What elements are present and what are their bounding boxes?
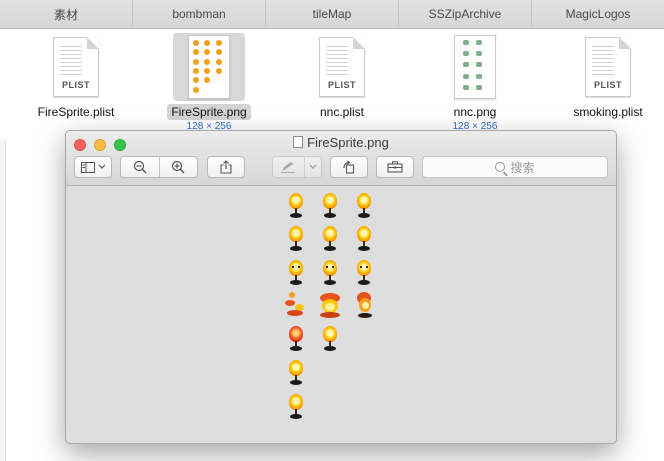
- fire-sprite: [355, 193, 373, 221]
- plist-file-icon: PLIST: [319, 37, 365, 97]
- file-thumb: PLIST: [306, 33, 378, 101]
- zoom-in-button[interactable]: [158, 157, 197, 177]
- finder-file-grid: PLIST FireSprite.plist FireSprite.png 12…: [0, 29, 664, 139]
- file-thumb: PLIST: [572, 33, 644, 101]
- fire-sprite-face: [321, 260, 339, 288]
- file-name: nnc.png: [453, 105, 497, 119]
- toolbox-icon: [387, 161, 403, 173]
- plist-file-icon: PLIST: [585, 37, 631, 97]
- file-name: smoking.plist: [573, 105, 643, 119]
- finder-tab-bar: 素材 bombman tileMap SSZipArchive MagicLog…: [0, 0, 664, 29]
- markup-control: [272, 156, 322, 178]
- zoom-control: [120, 156, 198, 178]
- pen-icon: [281, 162, 296, 173]
- search-placeholder: 搜索: [510, 160, 535, 175]
- file-name: FireSprite.png: [143, 104, 275, 120]
- markup-pen-button[interactable]: [273, 157, 304, 177]
- search-icon: [495, 162, 506, 172]
- title-bar[interactable]: FireSprite.png 搜索: [66, 131, 616, 186]
- file-smoking-plist[interactable]: PLIST smoking.plist: [542, 29, 664, 139]
- file-thumb: PLIST: [40, 33, 112, 101]
- document-icon: [293, 136, 304, 148]
- fire-sprite: [321, 226, 339, 254]
- png-thumbnail-icon: [188, 35, 230, 99]
- file-nnc-plist[interactable]: PLIST nnc.plist: [276, 29, 408, 139]
- fire-sprite: [321, 193, 339, 221]
- file-nnc-png[interactable]: nnc.png 128 × 256: [409, 29, 541, 139]
- tab-sszip[interactable]: SSZipArchive: [399, 0, 532, 28]
- tab-sucai[interactable]: 素材: [0, 0, 133, 28]
- markup-menu-button[interactable]: [303, 157, 321, 177]
- file-name: nnc.plist: [319, 105, 365, 119]
- tab-bombman[interactable]: bombman: [133, 0, 266, 28]
- window-title: FireSprite.png: [66, 135, 616, 150]
- sidebar-icon: [80, 161, 95, 173]
- chevron-down-icon: [309, 164, 317, 169]
- zoom-in-icon: [172, 160, 185, 174]
- file-firesprite-plist[interactable]: PLIST FireSprite.plist: [10, 29, 142, 139]
- image-canvas[interactable]: [66, 186, 616, 443]
- fire-sprite-face: [355, 260, 373, 288]
- file-thumb: [439, 33, 511, 101]
- fire-burst-sprite: [317, 290, 343, 320]
- fire-sprite: [287, 326, 305, 354]
- preview-window: FireSprite.png 搜索: [65, 130, 617, 444]
- fire-sprite-face: [287, 260, 305, 288]
- fire-sprite: [287, 360, 305, 388]
- fire-burst-sprite: [283, 290, 309, 320]
- tab-magiclogos[interactable]: MagicLogos: [532, 0, 664, 28]
- fire-sprite: [287, 394, 305, 422]
- chevron-down-icon: [98, 164, 105, 169]
- fire-sprite: [287, 226, 305, 254]
- png-thumbnail-icon: [454, 35, 496, 99]
- sidebar-toggle-button[interactable]: [74, 156, 112, 178]
- toolbox-button[interactable]: [376, 156, 414, 178]
- fire-burst-sprite: [351, 290, 377, 320]
- tab-tilemap[interactable]: tileMap: [266, 0, 399, 28]
- rotate-icon: [343, 160, 355, 174]
- search-field[interactable]: 搜索: [422, 156, 608, 178]
- rotate-button[interactable]: [330, 156, 368, 178]
- file-thumb: [173, 33, 245, 101]
- file-firesprite-png[interactable]: FireSprite.png 128 × 256: [143, 29, 275, 139]
- zoom-out-button[interactable]: [121, 157, 159, 177]
- fire-sprite: [355, 226, 373, 254]
- plist-file-icon: PLIST: [53, 37, 99, 97]
- fire-sprite: [321, 326, 339, 354]
- file-name: FireSprite.plist: [37, 105, 115, 119]
- zoom-out-icon: [133, 160, 147, 174]
- share-button[interactable]: [207, 156, 245, 178]
- fire-sprite: [287, 193, 305, 221]
- share-icon: [220, 160, 232, 174]
